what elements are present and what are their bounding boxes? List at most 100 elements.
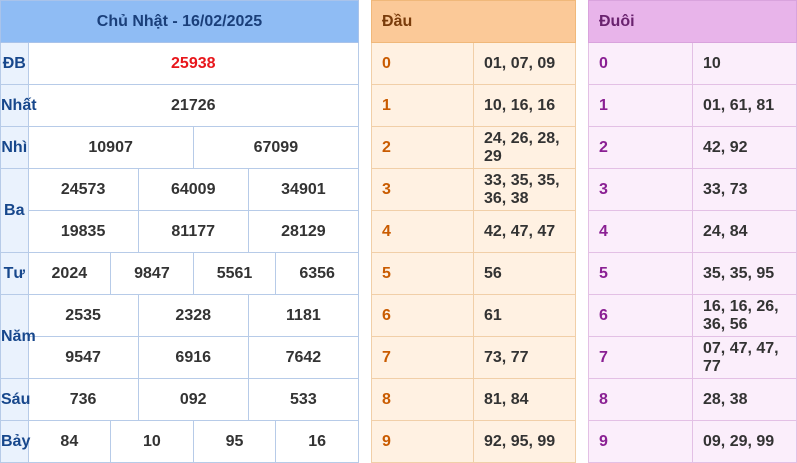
prize-label: Sáu bbox=[0, 378, 30, 421]
dau-values: 56 bbox=[473, 252, 576, 295]
dau-digit: 8 bbox=[371, 378, 474, 421]
dau-values: 61 bbox=[473, 294, 576, 337]
prize-label: Nhất bbox=[0, 84, 37, 127]
special-prize-number: 25938 bbox=[27, 42, 360, 85]
prize-row: Nhì 10907 67099 bbox=[0, 126, 360, 169]
duoi-digit: 4 bbox=[588, 210, 693, 253]
prize-label: ĐB bbox=[0, 42, 29, 85]
duoi-values: 42, 92 bbox=[692, 126, 797, 169]
dau-values: 92, 95, 99 bbox=[473, 420, 576, 463]
prize-number: 2535 bbox=[27, 294, 139, 337]
duoi-row: 9 09, 29, 99 bbox=[588, 420, 797, 463]
results-table: Chủ Nhật - 16/02/2025 ĐB 25938 Nhất 21726 Nh… bbox=[0, 0, 360, 463]
duoi-row: 8 28, 38 bbox=[588, 378, 797, 421]
prize-row: Năm 2535 2328 1181 bbox=[0, 294, 360, 379]
dau-row: 5 56 bbox=[371, 252, 576, 295]
duoi-values: 07, 47, 47, 77 bbox=[692, 336, 797, 379]
dau-row: 4 42, 47, 47 bbox=[371, 210, 576, 253]
duoi-digit: 7 bbox=[588, 336, 693, 379]
duoi-digit: 2 bbox=[588, 126, 693, 169]
dau-values: 73, 77 bbox=[473, 336, 576, 379]
dau-row: 0 01, 07, 09 bbox=[371, 42, 576, 85]
results-date-title: Chủ Nhật - 16/02/2025 bbox=[0, 0, 359, 43]
prize-row: Ba 24573 64009 34901 bbox=[0, 168, 360, 253]
prize-number: 21726 bbox=[27, 84, 360, 127]
dau-values: 24, 26, 28, 29 bbox=[473, 126, 576, 169]
prize-label: Nhì bbox=[0, 126, 29, 169]
prize-number: 67099 bbox=[192, 126, 360, 169]
prize-number: 736 bbox=[27, 378, 139, 421]
dau-values: 10, 16, 16 bbox=[473, 84, 576, 127]
tail-digits-panel: Đuôi 0 10 1 01, 61, 81 2 42, 92 3 33, 73 4 24, 84… bbox=[588, 0, 797, 463]
prize-number: 9547 bbox=[27, 336, 139, 379]
duoi-values: 24, 84 bbox=[692, 210, 797, 253]
duoi-row: 4 24, 84 bbox=[588, 210, 797, 253]
dau-row: 2 24, 26, 28, 29 bbox=[371, 126, 576, 169]
prize-number: 81177 bbox=[137, 210, 249, 253]
prize-number: 34901 bbox=[247, 168, 360, 211]
prize-number: 092 bbox=[137, 378, 249, 421]
duoi-values: 16, 16, 26, 36, 56 bbox=[692, 294, 797, 337]
duoi-values: 09, 29, 99 bbox=[692, 420, 797, 463]
head-digits-panel: Đầu 0 01, 07, 09 1 10, 16, 16 2 24, 26, 28, 2… bbox=[371, 0, 576, 463]
prize-number: 64009 bbox=[137, 168, 249, 211]
prize-row: Tư 2024 9847 5561 6356 bbox=[0, 252, 359, 295]
prize-number: 24573 bbox=[27, 168, 139, 211]
dau-row: 6 61 bbox=[371, 294, 576, 337]
dau-values: 01, 07, 09 bbox=[473, 42, 576, 85]
prize-label: Ba bbox=[0, 168, 29, 253]
prize-number: 6356 bbox=[275, 252, 359, 295]
duoi-row: 2 42, 92 bbox=[588, 126, 797, 169]
duoi-row: 1 01, 61, 81 bbox=[588, 84, 797, 127]
dau-row: 1 10, 16, 16 bbox=[371, 84, 576, 127]
dau-values: 42, 47, 47 bbox=[473, 210, 576, 253]
dau-digit: 5 bbox=[371, 252, 474, 295]
dau-digit: 2 bbox=[371, 126, 474, 169]
prize-number: 16 bbox=[275, 420, 359, 463]
prize-number: 533 bbox=[247, 378, 360, 421]
prize-number: 10907 bbox=[27, 126, 194, 169]
prize-number: 5561 bbox=[192, 252, 277, 295]
prize-row: Sáu 736 092 533 bbox=[0, 378, 360, 421]
duoi-values: 10 bbox=[692, 42, 797, 85]
duoi-values: 28, 38 bbox=[692, 378, 797, 421]
dau-values: 33, 35, 35, 36, 38 bbox=[473, 168, 576, 211]
head-digits-header: Đầu bbox=[371, 0, 576, 43]
dau-digit: 9 bbox=[371, 420, 474, 463]
dau-row: 9 92, 95, 99 bbox=[371, 420, 576, 463]
prize-number: 28129 bbox=[247, 210, 360, 253]
duoi-digit: 6 bbox=[588, 294, 693, 337]
duoi-digit: 1 bbox=[588, 84, 693, 127]
tail-digits-table: Đuôi 0 10 1 01, 61, 81 2 42, 92 3 33, 73 4 24, 84… bbox=[588, 0, 797, 463]
dau-row: 8 81, 84 bbox=[371, 378, 576, 421]
duoi-row: 3 33, 73 bbox=[588, 168, 797, 211]
dau-row: 7 73, 77 bbox=[371, 336, 576, 379]
prize-number: 6916 bbox=[137, 336, 249, 379]
duoi-digit: 5 bbox=[588, 252, 693, 295]
prize-row: Bảy 84 10 95 16 bbox=[0, 420, 359, 463]
duoi-row: 7 07, 47, 47, 77 bbox=[588, 336, 797, 379]
prize-number: 19835 bbox=[27, 210, 139, 253]
dau-digit: 7 bbox=[371, 336, 474, 379]
duoi-row: 6 16, 16, 26, 36, 56 bbox=[588, 294, 797, 337]
prize-label: Tư bbox=[0, 252, 29, 295]
duoi-digit: 8 bbox=[588, 378, 693, 421]
duoi-values: 01, 61, 81 bbox=[692, 84, 797, 127]
dau-digit: 3 bbox=[371, 168, 474, 211]
prize-number: 2328 bbox=[137, 294, 249, 337]
dau-values: 81, 84 bbox=[473, 378, 576, 421]
prize-label: Bảy bbox=[0, 420, 30, 463]
results-panel: Chủ Nhật - 16/02/2025 ĐB 25938 Nhất 21726 Nh… bbox=[0, 0, 360, 463]
prize-number: 9847 bbox=[110, 252, 194, 295]
tail-digits-header: Đuôi bbox=[588, 0, 797, 43]
duoi-digit: 9 bbox=[588, 420, 693, 463]
dau-digit: 6 bbox=[371, 294, 474, 337]
prize-row: 9547 6916 7642 bbox=[1, 336, 360, 379]
prize-number: 2024 bbox=[27, 252, 112, 295]
dau-digit: 1 bbox=[371, 84, 474, 127]
head-digits-table: Đầu 0 01, 07, 09 1 10, 16, 16 2 24, 26, 28, 2… bbox=[371, 0, 576, 463]
prize-row: Nhất 21726 bbox=[0, 84, 360, 127]
prize-number: 95 bbox=[192, 420, 277, 463]
duoi-values: 33, 73 bbox=[692, 168, 797, 211]
dau-row: 3 33, 35, 35, 36, 38 bbox=[371, 168, 576, 211]
